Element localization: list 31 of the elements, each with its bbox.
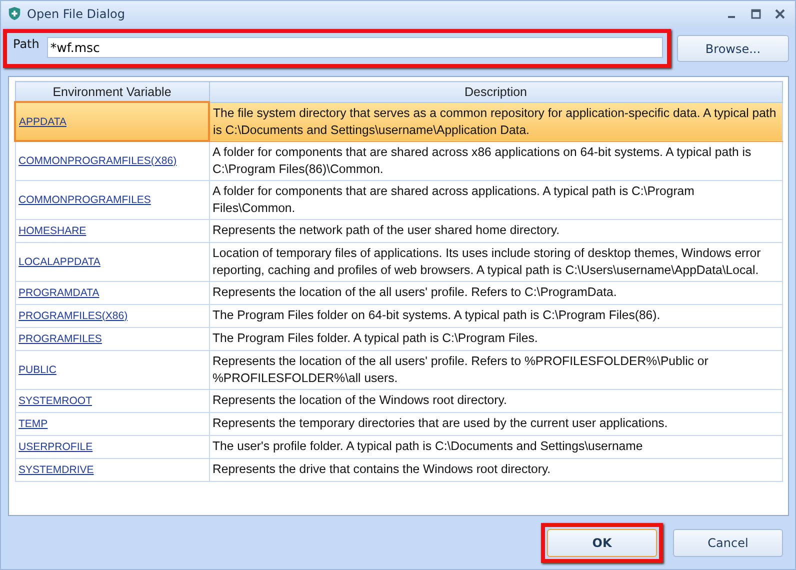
- variable-link[interactable]: HOMESHARE: [18, 224, 86, 236]
- browse-button[interactable]: Browse...: [677, 35, 789, 62]
- column-header[interactable]: Description: [209, 82, 782, 102]
- window-title: Open File Dialog: [27, 6, 126, 20]
- shield-icon: [7, 6, 22, 21]
- ok-button[interactable]: OK: [547, 528, 657, 556]
- column-header[interactable]: Environment Variable: [15, 82, 209, 102]
- maximize-icon[interactable]: [751, 8, 761, 18]
- description-text: Represents the network path of the user shared home directory.: [212, 223, 560, 237]
- description-text: A folder for components that are shared across x86 applications on 64-bit systems. A typical path is C:\Program Files(86)\Common.: [212, 144, 752, 176]
- description-text: The Program Files folder. A typical path is C:\Program Files.: [212, 331, 538, 345]
- variable-link[interactable]: APPDATA: [19, 116, 66, 128]
- table-row[interactable]: [15, 242, 782, 281]
- description-text: Represents the drive that contains the Windows root directory.: [212, 462, 551, 476]
- cancel-button[interactable]: Cancel: [673, 528, 783, 556]
- description-text: The file system directory that serves as a common repository for application-specific data. A typical path is C:\Documents and Settings\username\Application Data.: [213, 106, 776, 136]
- path-label: Path: [13, 37, 40, 51]
- description-text: The Program Files folder on 64-bit systems. A typical path is C:\Program Files(86).: [212, 308, 660, 322]
- variable-link[interactable]: PUBLIC: [18, 364, 56, 376]
- close-icon[interactable]: [775, 8, 785, 18]
- description-text: Represents the location of the all users' profile. Refers to C:\ProgramData.: [212, 285, 617, 299]
- variable-link[interactable]: SYSTEMROOT: [18, 394, 92, 406]
- variable-link[interactable]: LOCALAPPDATA: [18, 256, 100, 268]
- description-text: The user's profile folder. A typical path is C:\Documents and Settings\username: [212, 439, 643, 453]
- path-field[interactable]: *wf.msc: [47, 37, 663, 58]
- description-text: A folder for components that are shared across applications. A typical path is C:\Program Files\Common.: [212, 184, 694, 214]
- description-text: Represents the temporary directories that are used by the current user applications.: [212, 416, 668, 430]
- description-text: Location of temporary files of applications. Its uses include storing of desktop themes, Windows error reporting, caching and profiles of web browsers. A typical path is C:\Users\username\AppData\Local.: [212, 246, 761, 276]
- variable-link[interactable]: TEMP: [18, 418, 48, 430]
- description-text: Represents the location of the Windows root directory.: [212, 393, 507, 407]
- description-text: Represents the location of the all users' profile. Refers to %PROFILESFOLDER%\Public or %PROFILESFOLDER%\all users.: [212, 354, 708, 384]
